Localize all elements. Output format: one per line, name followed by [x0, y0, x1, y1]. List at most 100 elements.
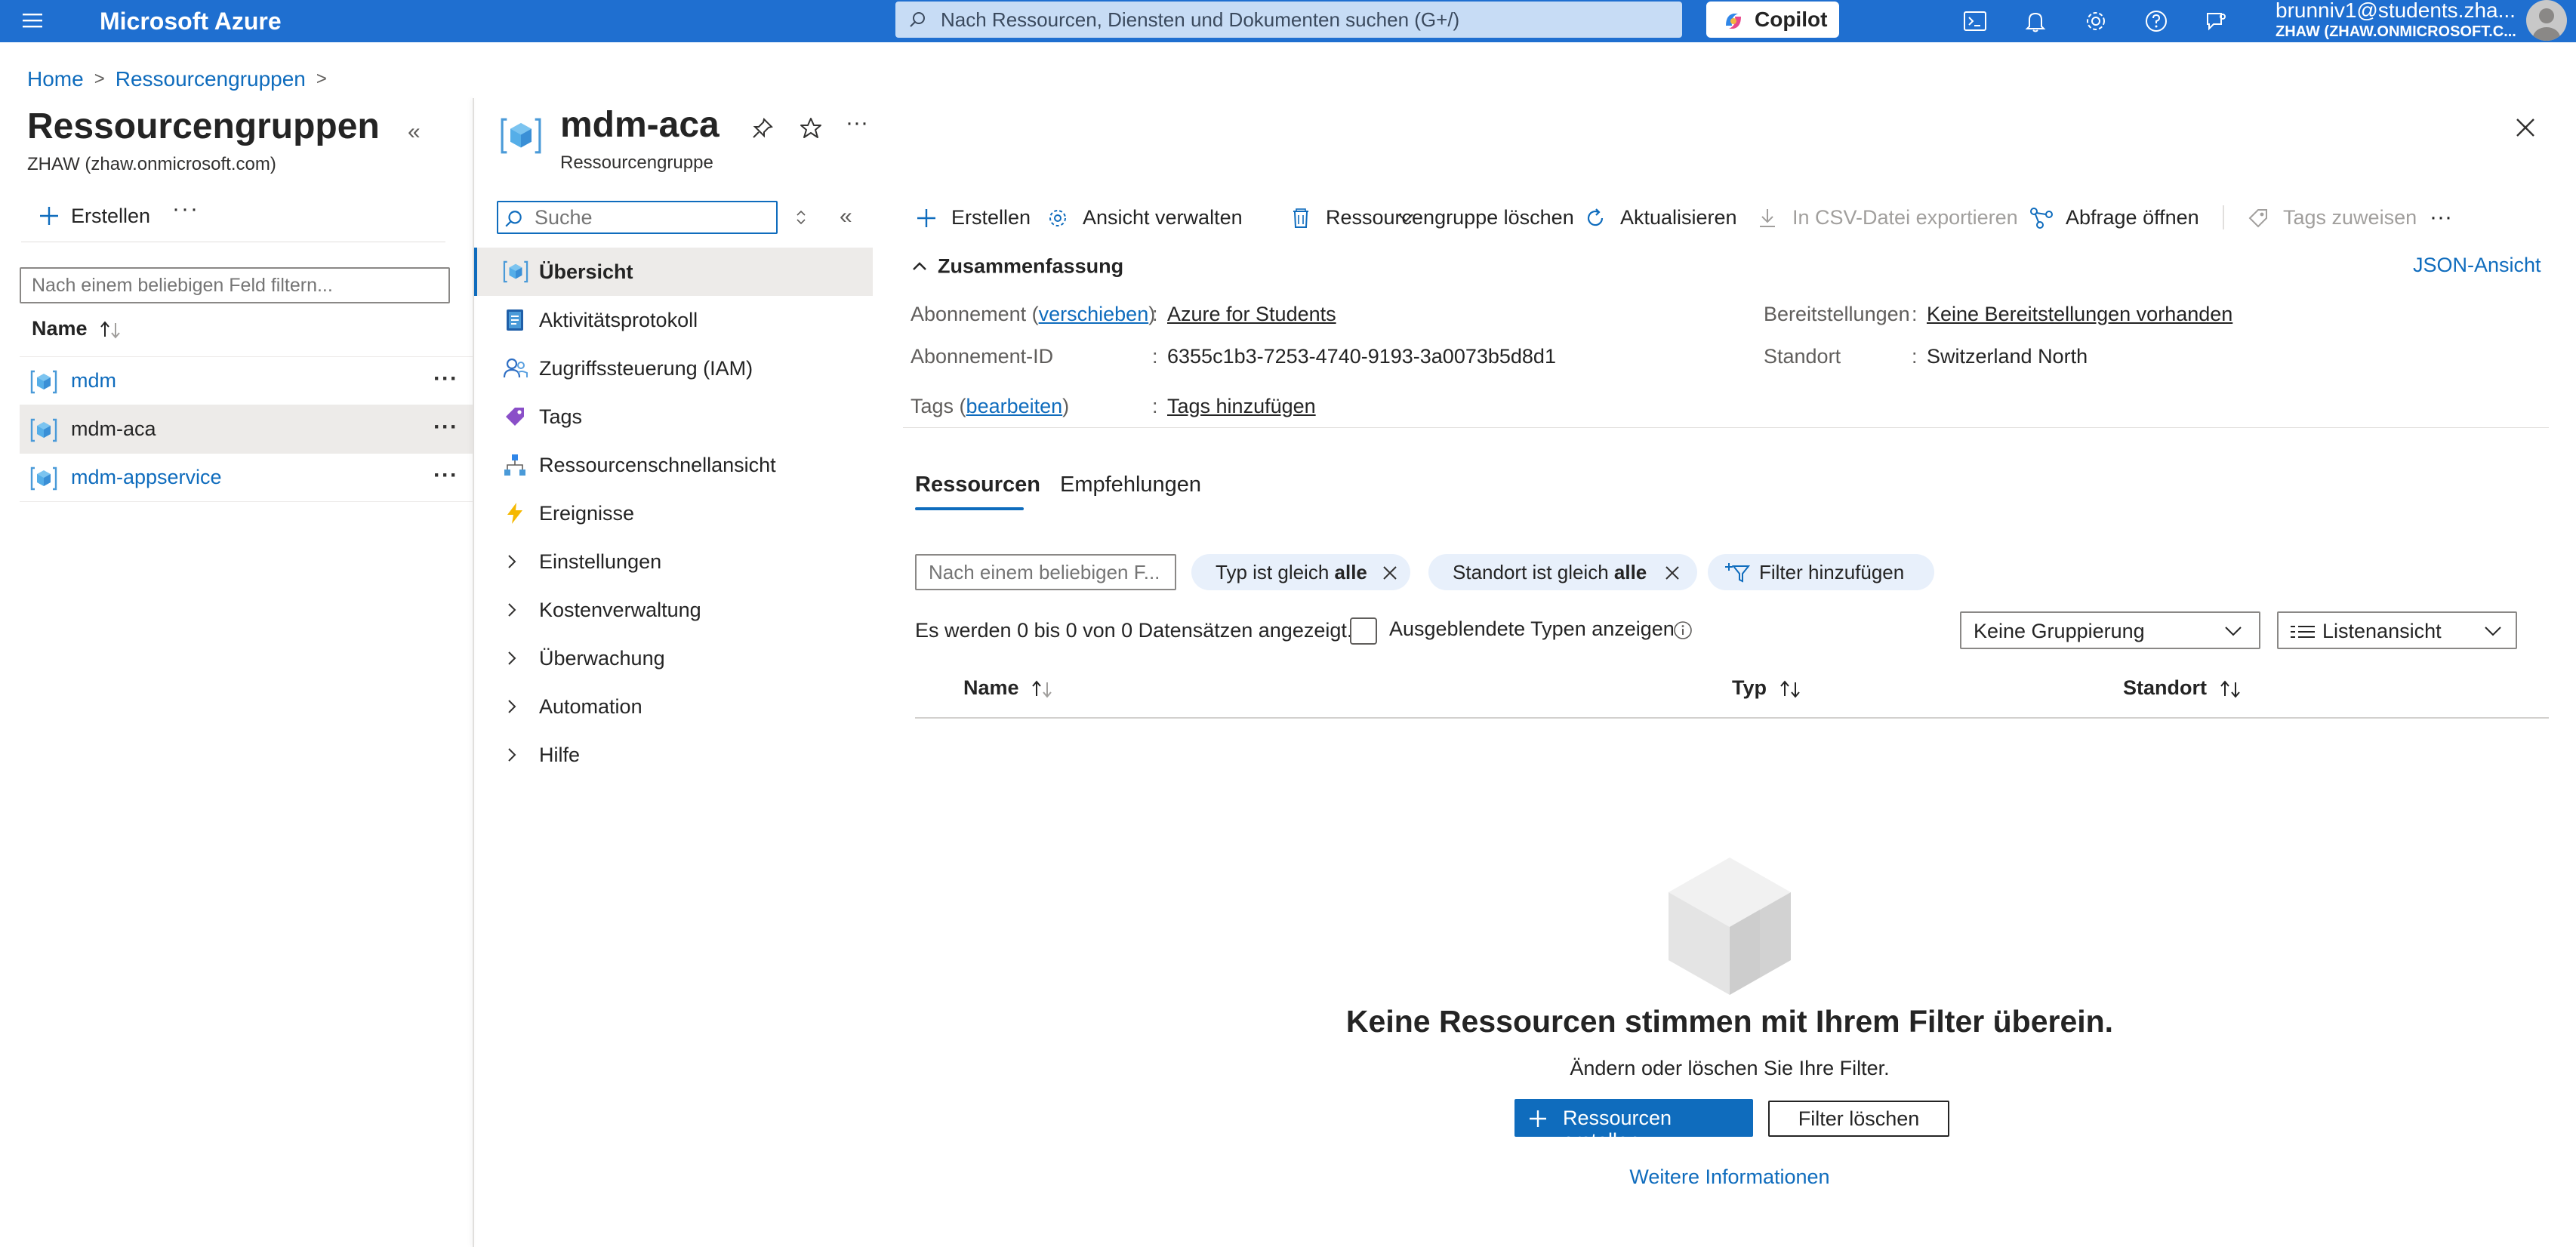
empty-cube-icon	[1665, 854, 1794, 998]
bell-icon[interactable]	[2020, 6, 2051, 36]
resource-groups-panel: Ressourcengruppen ZHAW (zhaw.onmicrosoft…	[0, 98, 473, 1247]
collapse-menu-button[interactable]: «	[840, 204, 852, 229]
chevron-up-icon	[913, 262, 926, 270]
type-filter-pill[interactable]: Typ ist gleich alle	[1191, 554, 1410, 590]
filter-input[interactable]	[20, 267, 450, 303]
row-more-button[interactable]: ···	[433, 463, 458, 488]
breadcrumb-resource-groups[interactable]: Ressourcengruppen	[116, 66, 306, 92]
column-header-type[interactable]: Typ	[1732, 676, 1803, 700]
column-header-name[interactable]: Name	[963, 676, 1055, 700]
table-header-divider	[915, 717, 2549, 719]
close-icon[interactable]	[2514, 116, 2537, 139]
tag-icon	[2247, 207, 2269, 229]
gear-icon	[1046, 207, 1069, 229]
summary-toggle[interactable]: Zusammenfassung	[911, 254, 1123, 278]
row-more-button[interactable]: ···	[433, 366, 458, 392]
list-item[interactable]: mdm ···	[20, 356, 473, 405]
tag-icon	[503, 405, 527, 429]
help-icon[interactable]	[2141, 6, 2171, 36]
copilot-logo-icon	[1723, 11, 1744, 32]
view-dropdown[interactable]: Listenansicht	[2277, 611, 2517, 649]
more-info-link[interactable]: Weitere Informationen	[1283, 1165, 2176, 1189]
pin-icon[interactable]	[750, 116, 775, 140]
avatar[interactable]	[2526, 0, 2567, 41]
json-view-link[interactable]: JSON-Ansicht	[2413, 254, 2541, 277]
feedback-icon[interactable]	[2202, 6, 2232, 36]
sort-toggle-icon[interactable]	[794, 208, 808, 226]
tab-recommendations[interactable]: Empfehlungen	[1060, 473, 1201, 497]
account-info[interactable]: brunniv1@students.zha... ZHAW (ZHAW.ONMI…	[2276, 0, 2517, 42]
subscription-id-value: 6355c1b3-7253-4740-9193-3a0073b5d8d1	[1167, 345, 1556, 368]
menu-search-field[interactable]	[535, 205, 761, 229]
menu-item-monitoring[interactable]: Überwachung	[474, 634, 873, 682]
more-options-button[interactable]: ···	[172, 196, 199, 222]
location-value: Switzerland North	[1927, 345, 2088, 368]
clear-filters-button[interactable]: Filter löschen	[1768, 1101, 1949, 1137]
menu-item-resource-visualizer[interactable]: Ressourcenschnellansicht	[474, 441, 873, 489]
colon: :	[1152, 395, 1158, 417]
trash-icon	[1290, 207, 1312, 229]
resource-group-name[interactable]: mdm-appservice	[71, 466, 222, 489]
add-tags-link[interactable]: Tags hinzufügen	[1167, 394, 1316, 418]
view-value: Listenansicht	[2322, 620, 2442, 642]
gear-icon[interactable]	[2081, 6, 2111, 36]
row-more-button[interactable]: ···	[433, 414, 458, 440]
column-name-label: Name	[963, 676, 1019, 699]
global-search-input[interactable]: Nach Ressourcen, Diensten und Dokumenten…	[895, 2, 1682, 38]
brand-title[interactable]: Microsoft Azure	[100, 6, 282, 36]
collapse-panel-button[interactable]: «	[408, 119, 421, 145]
sort-icon	[2220, 680, 2240, 698]
resource-group-icon	[503, 260, 528, 284]
column-header-name[interactable]: Name	[32, 317, 123, 340]
edit-tags-link[interactable]: bearbeiten	[966, 395, 1063, 417]
menu-search-input[interactable]	[497, 201, 778, 234]
column-location-label: Standort	[2123, 676, 2207, 699]
menu-item-events[interactable]: Ereignisse	[474, 489, 873, 537]
copilot-button[interactable]: Copilot	[1706, 2, 1839, 38]
menu-item-tags[interactable]: Tags	[474, 393, 873, 441]
more-options-button[interactable]: ···	[846, 110, 868, 136]
menu-item-label: Aktivitätsprotokoll	[539, 309, 698, 331]
menu-item-settings[interactable]: Einstellungen	[474, 537, 873, 586]
close-icon[interactable]	[1664, 565, 1681, 581]
list-item[interactable]: mdm-aca ···	[20, 405, 473, 453]
menu-item-automation[interactable]: Automation	[474, 682, 873, 731]
column-header-location[interactable]: Standort	[2123, 676, 2243, 700]
menu-item-iam[interactable]: Zugriffssteuerung (IAM)	[474, 344, 873, 393]
tab-resources[interactable]: Ressourcen	[915, 473, 1040, 497]
resource-filter-input[interactable]	[915, 554, 1176, 590]
menu-item-help[interactable]: Hilfe	[474, 731, 873, 779]
move-subscription-link[interactable]: verschieben	[1039, 303, 1149, 325]
close-icon[interactable]	[1382, 565, 1398, 581]
breadcrumb-home[interactable]: Home	[27, 66, 84, 92]
iam-icon	[503, 356, 528, 380]
star-icon[interactable]	[799, 116, 823, 140]
breadcrumb-separator: >	[316, 68, 327, 89]
visualizer-icon	[503, 453, 527, 477]
subscription-link[interactable]: Azure for Students	[1167, 302, 1336, 326]
column-type-label: Typ	[1732, 676, 1767, 699]
more-commands-button[interactable]: ···	[2430, 199, 2452, 236]
grouping-dropdown[interactable]: Keine Gruppierung	[1960, 611, 2260, 649]
deployments-link[interactable]: Keine Bereitstellungen vorhanden	[1927, 302, 2232, 326]
resource-group-name[interactable]: mdm	[71, 369, 116, 393]
menu-item-activity-log[interactable]: Aktivitätsprotokoll	[474, 296, 873, 344]
add-filter-button[interactable]: Filter hinzufügen	[1708, 554, 1934, 590]
create-button[interactable]: Erstellen	[38, 201, 150, 229]
manage-view-label: Ansicht verwalten	[1083, 206, 1243, 229]
location-filter-pill[interactable]: Standort ist gleich alle	[1428, 554, 1697, 590]
create-resources-label: Ressourcen erstellen	[1563, 1107, 1672, 1152]
list-item[interactable]: mdm-appservice ···	[20, 453, 473, 501]
lightning-icon	[503, 501, 527, 525]
cloud-shell-icon[interactable]	[1960, 6, 1990, 36]
record-count: Es werden 0 bis 0 von 0 Datensätzen ange…	[915, 619, 1353, 642]
hamburger-menu-icon[interactable]	[18, 9, 48, 33]
show-hidden-types-checkbox[interactable]	[1350, 617, 1377, 645]
colon: :	[1152, 345, 1158, 368]
resource-group-name[interactable]: mdm-aca	[71, 417, 156, 441]
menu-item-cost-management[interactable]: Kostenverwaltung	[474, 586, 873, 634]
menu-item-overview[interactable]: Übersicht	[474, 248, 873, 296]
info-icon[interactable]	[1673, 620, 1693, 640]
colon: :	[1912, 345, 1918, 368]
create-resources-button[interactable]: Ressourcen erstellen	[1514, 1099, 1753, 1152]
